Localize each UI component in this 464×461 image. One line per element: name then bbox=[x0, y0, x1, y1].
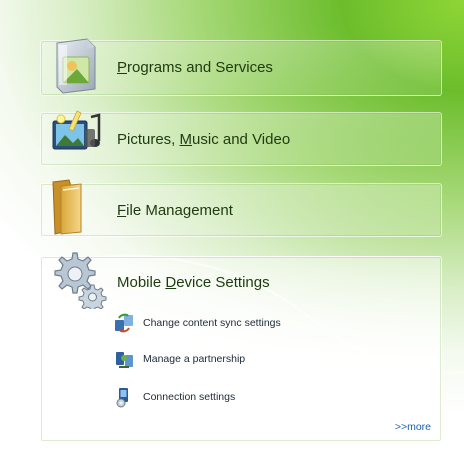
link-label: Change content sync settings bbox=[143, 317, 281, 329]
label-accel-key: D bbox=[165, 274, 177, 291]
pictures-music-video-card[interactable]: Pictures, Music and Video bbox=[40, 110, 442, 166]
file-management-card[interactable]: File Management bbox=[40, 179, 442, 237]
partnership-icon bbox=[116, 352, 133, 368]
card-title-file-management[interactable]: File Management bbox=[117, 202, 233, 219]
mobile-device-settings-card: Mobile Device Settings Change content sy… bbox=[40, 252, 442, 442]
label-part: Mobile bbox=[117, 274, 166, 291]
card-title-pictures-music-video[interactable]: Pictures, Music and Video bbox=[117, 131, 290, 148]
programs-and-services-card[interactable]: Programs and Services bbox=[40, 38, 442, 96]
label-part: ile Management bbox=[126, 202, 233, 219]
card-title-mobile-device-settings[interactable]: Mobile Device Settings bbox=[117, 274, 270, 291]
folder-icon bbox=[52, 179, 82, 235]
card-title-programs-and-services[interactable]: Programs and Services bbox=[117, 59, 273, 76]
device-center-panel: Programs and Services Pictures, Music an… bbox=[0, 0, 464, 461]
link-label: Connection settings bbox=[143, 391, 236, 403]
programs-icon bbox=[56, 38, 96, 94]
label-part: usic and Video bbox=[192, 131, 291, 148]
label-part: rograms and Services bbox=[127, 59, 273, 76]
link-change-content-sync-settings[interactable]: Change content sync settings bbox=[113, 312, 281, 334]
label-accel-key: P bbox=[117, 59, 128, 76]
link-label: Manage a partnership bbox=[143, 353, 246, 365]
label-part: evice Settings bbox=[176, 274, 270, 291]
label-accel-key: M bbox=[179, 131, 193, 148]
link-connection-settings[interactable]: Connection settings bbox=[113, 386, 235, 408]
gears-icon bbox=[54, 252, 107, 309]
connection-settings-icon bbox=[116, 388, 128, 408]
pictures-music-video-icon bbox=[52, 110, 101, 150]
label-accel-key: F bbox=[117, 202, 127, 219]
sync-settings-icon bbox=[115, 313, 133, 333]
link-manage-a-partnership[interactable]: Manage a partnership bbox=[113, 348, 245, 370]
label-part: Pictures, bbox=[117, 131, 180, 148]
more-link[interactable]: >>more bbox=[395, 421, 431, 433]
